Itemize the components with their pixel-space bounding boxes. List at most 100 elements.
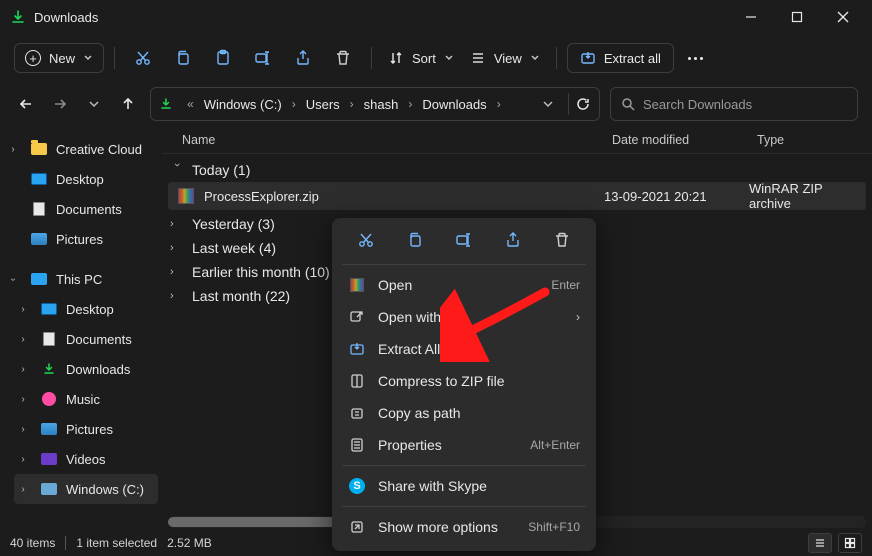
copy-path-icon xyxy=(348,404,366,422)
skype-icon: S xyxy=(348,477,366,495)
chevron-right-icon[interactable]: › xyxy=(346,97,358,111)
open-with-icon xyxy=(348,308,366,326)
ctx-open[interactable]: Open Enter xyxy=(338,269,590,301)
chevron-right-icon: › xyxy=(576,310,580,324)
details-view-button[interactable] xyxy=(808,533,832,553)
command-bar: + New Sort View Extract all xyxy=(0,34,872,82)
downloads-folder-icon xyxy=(159,97,173,111)
crumb-0[interactable]: Windows (C:) xyxy=(204,97,282,112)
extract-all-button[interactable]: Extract all xyxy=(567,43,674,73)
sidebar-item-thispc-c-drive[interactable]: ›Windows (C:) xyxy=(14,474,158,504)
paste-button[interactable] xyxy=(205,41,241,75)
group-today[interactable]: ›Today (1) xyxy=(162,158,872,182)
chevron-right-icon[interactable]: › xyxy=(288,97,300,111)
zip-icon xyxy=(348,372,366,390)
extract-all-label: Extract all xyxy=(604,51,661,66)
thumbnails-view-button[interactable] xyxy=(838,533,862,553)
up-button[interactable] xyxy=(116,92,140,116)
sidebar-item-thispc-pictures[interactable]: ›Pictures xyxy=(0,414,162,444)
sidebar-item-pictures[interactable]: Pictures xyxy=(0,224,162,254)
crumb-2[interactable]: shash xyxy=(364,97,399,112)
back-button[interactable] xyxy=(14,92,38,116)
ctx-quick-actions xyxy=(338,226,590,260)
separator xyxy=(342,465,586,466)
column-type[interactable]: Type xyxy=(757,133,872,147)
copy-button[interactable] xyxy=(165,41,201,75)
ctx-cut-button[interactable] xyxy=(352,228,380,252)
new-button[interactable]: + New xyxy=(14,43,104,73)
column-headers: Name Date modified Type xyxy=(162,126,872,154)
extract-icon xyxy=(348,340,366,358)
sort-button[interactable]: Sort xyxy=(382,44,460,72)
refresh-button[interactable] xyxy=(575,96,591,112)
view-label: View xyxy=(494,51,522,66)
ctx-copy-button[interactable] xyxy=(401,228,429,252)
window-controls xyxy=(728,1,866,33)
column-name[interactable]: Name xyxy=(182,133,612,147)
ctx-share-button[interactable] xyxy=(499,228,527,252)
sidebar-item-documents[interactable]: Documents xyxy=(0,194,162,224)
separator xyxy=(342,506,586,507)
search-icon xyxy=(621,97,635,111)
sort-icon xyxy=(388,50,404,66)
rename-button[interactable] xyxy=(245,41,281,75)
ctx-extract-all[interactable]: Extract All... xyxy=(338,333,590,365)
share-button[interactable] xyxy=(285,41,321,75)
recent-locations-button[interactable] xyxy=(82,92,106,116)
search-box[interactable]: Search Downloads xyxy=(610,87,858,121)
ctx-copy-as-path[interactable]: Copy as path xyxy=(338,397,590,429)
column-date-modified[interactable]: Date modified xyxy=(612,133,757,147)
ctx-properties[interactable]: Properties Alt+Enter xyxy=(338,429,590,461)
ctx-show-more-options[interactable]: Show more options Shift+F10 xyxy=(338,511,590,543)
cut-button[interactable] xyxy=(125,41,161,75)
separator xyxy=(371,47,372,69)
crumb-prefix-chevron[interactable]: « xyxy=(183,97,198,111)
ctx-compress-zip[interactable]: Compress to ZIP file xyxy=(338,365,590,397)
sidebar-item-thispc-music[interactable]: ›Music xyxy=(0,384,162,414)
view-mode-switcher xyxy=(808,533,862,553)
ctx-rename-button[interactable] xyxy=(450,228,478,252)
explorer-window: Downloads + New Sort View xyxy=(0,0,872,556)
sidebar-item-desktop[interactable]: Desktop xyxy=(0,164,162,194)
winrar-icon xyxy=(176,186,196,206)
nav-row: « Windows (C:) › Users › shash › Downloads ›… xyxy=(0,82,872,126)
address-dropdown-button[interactable] xyxy=(542,98,554,110)
chevron-right-icon[interactable]: › xyxy=(404,97,416,111)
forward-button[interactable] xyxy=(48,92,72,116)
sidebar-item-this-pc[interactable]: ›This PC xyxy=(0,264,162,294)
close-button[interactable] xyxy=(820,1,866,33)
extract-icon xyxy=(580,50,596,66)
address-bar[interactable]: « Windows (C:) › Users › shash › Downloads › xyxy=(150,87,600,121)
new-label: New xyxy=(49,51,75,66)
chevron-down-icon xyxy=(83,53,93,63)
sidebar-item-creative-cloud[interactable]: ›Creative Cloud xyxy=(0,134,162,164)
ctx-delete-button[interactable] xyxy=(548,228,576,252)
file-type: WinRAR ZIP archive xyxy=(749,181,866,211)
context-menu: Open Enter Open with › Extract All... Co… xyxy=(332,218,596,551)
chevron-down-icon xyxy=(444,53,454,63)
more-button[interactable] xyxy=(678,57,713,60)
sidebar-item-thispc-documents[interactable]: ›Documents xyxy=(0,324,162,354)
sidebar-item-thispc-desktop[interactable]: ›Desktop xyxy=(0,294,162,324)
chevron-right-icon[interactable]: › xyxy=(493,97,505,111)
chevron-down-icon xyxy=(530,53,540,63)
separator xyxy=(114,47,115,69)
more-options-icon xyxy=(348,518,366,536)
maximize-button[interactable] xyxy=(774,1,820,33)
minimize-button[interactable] xyxy=(728,1,774,33)
search-placeholder: Search Downloads xyxy=(643,97,752,112)
file-row-processexplorer[interactable]: ProcessExplorer.zip 13-09-2021 20:21 Win… xyxy=(168,182,866,210)
status-item-count: 40 items xyxy=(10,536,55,550)
view-button[interactable]: View xyxy=(464,44,546,72)
status-size: 2.52 MB xyxy=(167,536,212,550)
crumb-3[interactable]: Downloads xyxy=(422,97,486,112)
sidebar-item-thispc-videos[interactable]: ›Videos xyxy=(0,444,162,474)
sidebar-item-thispc-downloads[interactable]: ›Downloads xyxy=(0,354,162,384)
crumb-1[interactable]: Users xyxy=(306,97,340,112)
ctx-share-skype[interactable]: S Share with Skype xyxy=(338,470,590,502)
window-title: Downloads xyxy=(34,10,728,25)
ctx-open-with[interactable]: Open with › xyxy=(338,301,590,333)
downloads-icon xyxy=(10,9,26,25)
delete-button[interactable] xyxy=(325,41,361,75)
separator xyxy=(568,93,569,115)
